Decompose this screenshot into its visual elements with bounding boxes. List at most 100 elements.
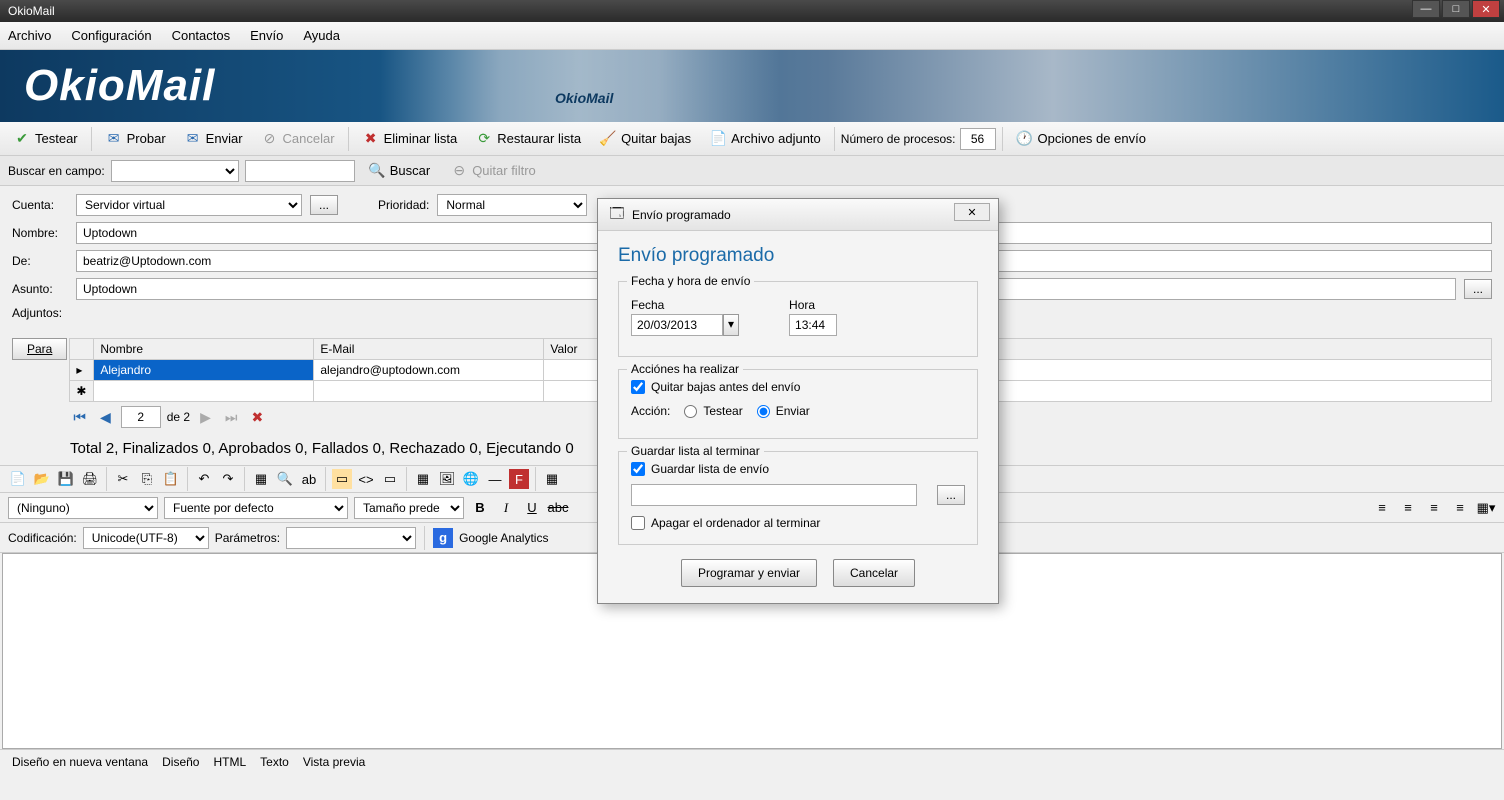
nav-prev-icon[interactable]: ◀ [96,409,115,426]
dialog-close-button[interactable]: ✕ [954,203,990,221]
prioridad-select[interactable]: Normal [437,194,587,216]
col-nombre[interactable]: Nombre [94,339,314,360]
find-icon[interactable]: 🔍 [275,469,295,489]
close-button[interactable]: ✕ [1472,0,1500,18]
align-center-icon[interactable]: ≡ [1398,498,1418,518]
minimize-button[interactable]: — [1412,0,1440,18]
italic-icon[interactable]: I [496,498,516,518]
save-icon[interactable]: 💾 [56,469,76,489]
nav-last-icon[interactable]: ⏭ [221,409,242,426]
tab-preview[interactable]: Vista previa [303,755,365,769]
quitar-bajas-checkbox[interactable]: Quitar bajas antes del envío [631,380,965,394]
cuenta-select[interactable]: Servidor virtual [76,194,302,216]
undo-icon[interactable]: ↶ [194,469,214,489]
form-icon[interactable]: ▭ [332,469,352,489]
layout-icon[interactable]: ▭ [380,469,400,489]
programar-button[interactable]: Programar y enviar [681,559,817,587]
replace-icon[interactable]: ab [299,469,319,489]
broom-icon: 🧹 [599,130,617,148]
flash-icon[interactable]: F [509,469,529,489]
menu-ayuda[interactable]: Ayuda [303,28,340,43]
hora-input[interactable] [789,314,837,336]
para-button[interactable]: Para [12,338,67,360]
opciones-envio-button[interactable]: 🕐Opciones de envío [1009,127,1153,151]
source-icon[interactable]: <> [356,469,376,489]
search-value-input[interactable] [245,160,355,182]
guardar-lista-checkbox[interactable]: Guardar lista de envío [631,462,965,476]
quitar-bajas-button[interactable]: 🧹Quitar bajas [592,127,698,151]
dialog-titlebar[interactable]: 🗔 Envío programado ✕ [598,199,998,231]
new-row-icon: ✱ [70,381,94,402]
save-browse-button[interactable]: ... [937,485,965,505]
cut-icon[interactable]: ✂ [113,469,133,489]
table-props-icon[interactable]: ▦▾ [1476,498,1496,518]
more-icon[interactable]: ▦ [542,469,562,489]
paste-icon[interactable]: 📋 [161,469,181,489]
asunto-browse-button[interactable]: ... [1464,279,1492,299]
align-justify-icon[interactable]: ≡ [1450,498,1470,518]
cell-nombre[interactable]: Alejandro [94,360,314,381]
table-insert-icon[interactable]: ▦ [413,469,433,489]
save-path-input[interactable] [631,484,917,506]
num-procesos-input[interactable] [960,128,996,150]
size-select[interactable]: Tamaño prede [354,497,464,519]
buscar-button[interactable]: 🔍Buscar [361,159,437,183]
tab-design[interactable]: Diseño [162,755,199,769]
archivo-adjunto-button[interactable]: 📄Archivo adjunto [702,127,828,151]
align-left-icon[interactable]: ≡ [1372,498,1392,518]
nav-first-icon[interactable]: ⏮ [69,409,90,426]
underline-icon[interactable]: U [522,498,542,518]
apagar-checkbox[interactable]: Apagar el ordenador al terminar [631,516,965,530]
testear-button[interactable]: ✔Testear [6,127,85,151]
redo-icon[interactable]: ↷ [218,469,238,489]
maximize-button[interactable]: □ [1442,0,1470,18]
codificacion-select[interactable]: Unicode(UTF-8) [83,527,209,549]
restaurar-lista-button[interactable]: ⟳Restaurar lista [468,127,588,151]
strike-icon[interactable]: abc [548,498,568,518]
open-icon[interactable]: 📂 [32,469,52,489]
google-analytics-label[interactable]: Google Analytics [459,531,548,545]
probar-button[interactable]: ✉Probar [98,127,173,151]
select-all-icon[interactable]: ▦ [251,469,271,489]
menu-archivo[interactable]: Archivo [8,28,51,43]
tab-text[interactable]: Texto [260,755,289,769]
fecha-input[interactable] [631,314,723,336]
nombre-label: Nombre: [12,226,68,240]
copy-icon[interactable]: ⎘ [137,469,157,489]
nav-next-icon[interactable]: ▶ [196,409,215,426]
bold-icon[interactable]: B [470,498,490,518]
new-icon[interactable]: 📄 [8,469,28,489]
style-select[interactable]: (Ninguno) [8,497,158,519]
hr-icon[interactable]: — [485,469,505,489]
tab-html[interactable]: HTML [213,755,246,769]
align-right-icon[interactable]: ≡ [1424,498,1444,518]
link-icon[interactable]: 🌐 [461,469,481,489]
dialog-cancelar-button[interactable]: Cancelar [833,559,915,587]
accion-enviar-radio[interactable]: Enviar [757,404,810,418]
print-icon[interactable]: 🖨 [80,469,100,489]
quitar-filtro-button[interactable]: ⊖Quitar filtro [443,159,543,183]
menu-configuracion[interactable]: Configuración [71,28,151,43]
menu-envio[interactable]: Envío [250,28,283,43]
font-select[interactable]: Fuente por defecto [164,497,348,519]
image-icon[interactable]: 🖼 [437,469,457,489]
attach-icon: 📄 [709,130,727,148]
col-email[interactable]: E-Mail [314,339,544,360]
nav-delete-icon[interactable]: ✖ [248,409,268,426]
cancelar-button[interactable]: ⊘Cancelar [254,127,342,151]
search-field-select[interactable] [111,160,239,182]
menu-contactos[interactable]: Contactos [172,28,231,43]
accion-testear-radio[interactable]: Testear [684,404,742,418]
eliminar-lista-button[interactable]: ✖Eliminar lista [355,127,465,151]
parametros-select[interactable] [286,527,416,549]
page-input[interactable] [121,406,161,428]
fs-actions-legend: Acciónes ha realizar [627,362,743,376]
date-picker-icon[interactable]: ▾ [723,314,739,336]
scheduled-send-dialog: 🗔 Envío programado ✕ Envío programado Fe… [597,198,999,604]
tab-new-window[interactable]: Diseño en nueva ventana [12,755,148,769]
parametros-label: Parámetros: [215,531,280,545]
cuenta-browse-button[interactable]: ... [310,195,338,215]
cell-email[interactable]: alejandro@uptodown.com [314,360,544,381]
enviar-button[interactable]: ✉Enviar [177,127,250,151]
codificacion-label: Codificación: [8,531,77,545]
